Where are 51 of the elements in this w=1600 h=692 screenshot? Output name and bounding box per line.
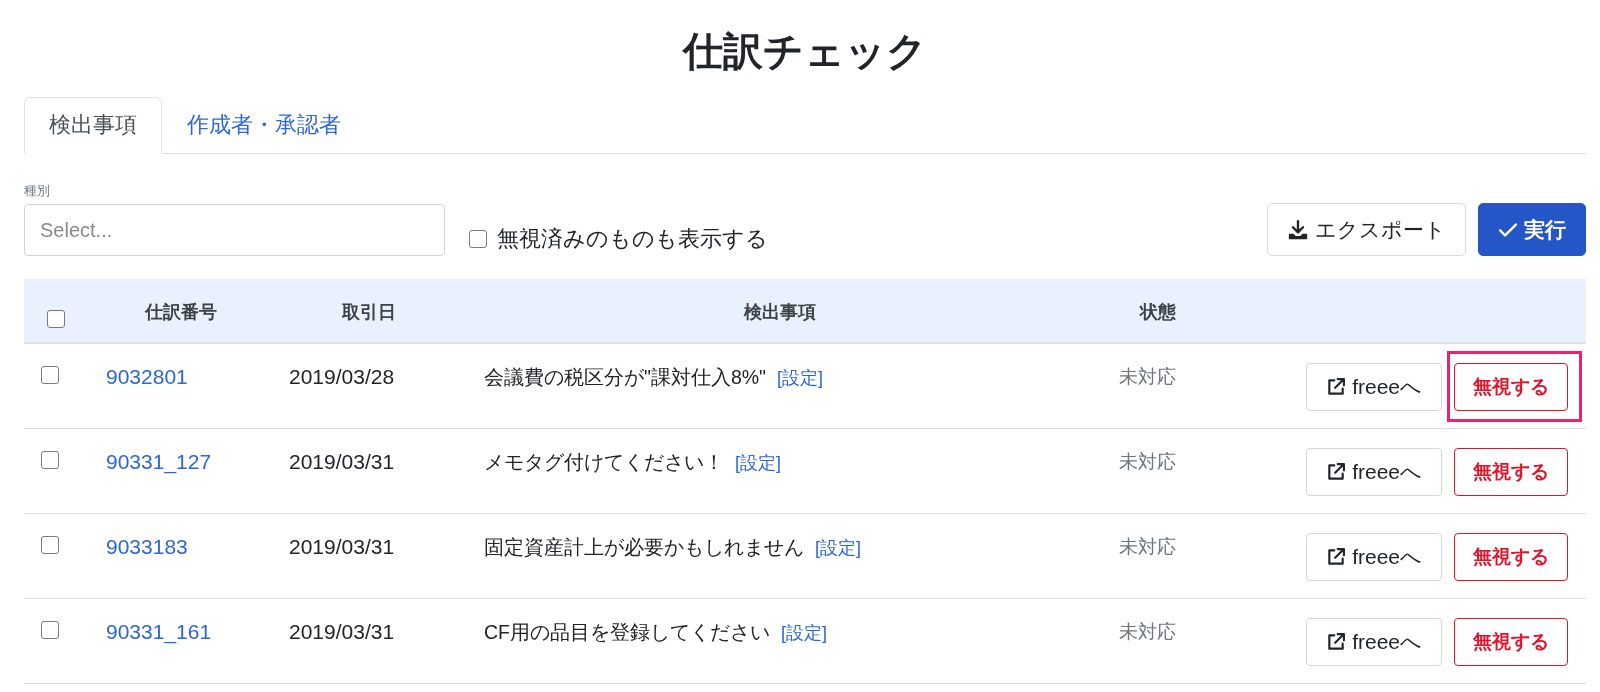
status-text: 未対応 <box>1119 451 1176 472</box>
checkbox-label[interactable]: 無視済みのものも表示する <box>497 224 768 254</box>
external-link-icon <box>1326 462 1347 482</box>
settings-link[interactable]: [設定] <box>781 619 827 647</box>
page-title: 仕訳チェック <box>681 28 928 75</box>
external-link-icon <box>1326 377 1347 397</box>
row-checkbox[interactable] <box>41 366 59 384</box>
ignore-button[interactable]: 無視する <box>1454 533 1568 581</box>
date-text: 2019/03/28 <box>289 365 395 388</box>
open-in-freee-button[interactable]: freeeへ <box>1306 363 1442 411</box>
entry-number-link[interactable]: 9033183 <box>106 535 188 558</box>
status-text: 未対応 <box>1119 621 1176 642</box>
column-header: 検出事項 <box>744 302 816 322</box>
status-text: 未対応 <box>1119 536 1176 557</box>
checkbox[interactable] <box>469 230 487 248</box>
settings-link[interactable]: [設定] <box>735 449 781 477</box>
open-in-freee-button[interactable]: freeeへ <box>1306 448 1442 496</box>
open-in-freee-button[interactable]: freeeへ <box>1306 618 1442 666</box>
issue-text: CF用の品目を登録してください <box>484 620 770 645</box>
row-checkbox[interactable] <box>41 536 59 554</box>
tab[interactable]: 検出事項 <box>24 97 162 154</box>
ignore-button[interactable]: 無視する <box>1454 363 1568 411</box>
row-checkbox[interactable] <box>41 451 59 469</box>
run-button[interactable]: 実行 <box>1478 203 1586 256</box>
issue-text: メモタグ付けてください！ <box>484 450 724 475</box>
date-text: 2019/03/31 <box>289 620 395 643</box>
issue-text: 固定資産計上が必要かもしれません <box>484 535 804 560</box>
open-in-freee-button[interactable]: freeeへ <box>1306 533 1442 581</box>
ignore-button[interactable]: 無視する <box>1454 618 1568 666</box>
row-checkbox[interactable] <box>41 621 59 639</box>
date-text: 2019/03/31 <box>289 535 395 558</box>
select-all-checkbox[interactable] <box>47 310 65 328</box>
entry-number-link[interactable]: 90331_127 <box>106 450 212 473</box>
settings-link[interactable]: [設定] <box>815 534 861 562</box>
column-header: 状態 <box>1140 302 1176 322</box>
select-field[interactable]: Select... <box>24 204 445 256</box>
settings-link[interactable]: [設定] <box>777 364 824 392</box>
entry-number-link[interactable]: 9032801 <box>106 365 188 388</box>
entry-number-link[interactable]: 90331_161 <box>106 620 212 643</box>
ignore-button[interactable]: 無視する <box>1454 448 1568 496</box>
filter-label: 種別 <box>24 182 51 200</box>
tab[interactable]: 作成者・承認者 <box>162 97 366 154</box>
status-text: 未対応 <box>1119 366 1176 387</box>
column-header: 取引日 <box>342 302 396 322</box>
external-link-icon <box>1326 547 1347 567</box>
external-link-icon <box>1326 632 1347 652</box>
download-icon <box>1287 218 1309 241</box>
issue-text: 会議費の税区分が"課対仕入8%" <box>484 365 767 390</box>
date-text: 2019/03/31 <box>289 450 395 473</box>
column-header: 仕訳番号 <box>145 302 217 322</box>
export-button[interactable]: エクスポート <box>1267 203 1466 256</box>
